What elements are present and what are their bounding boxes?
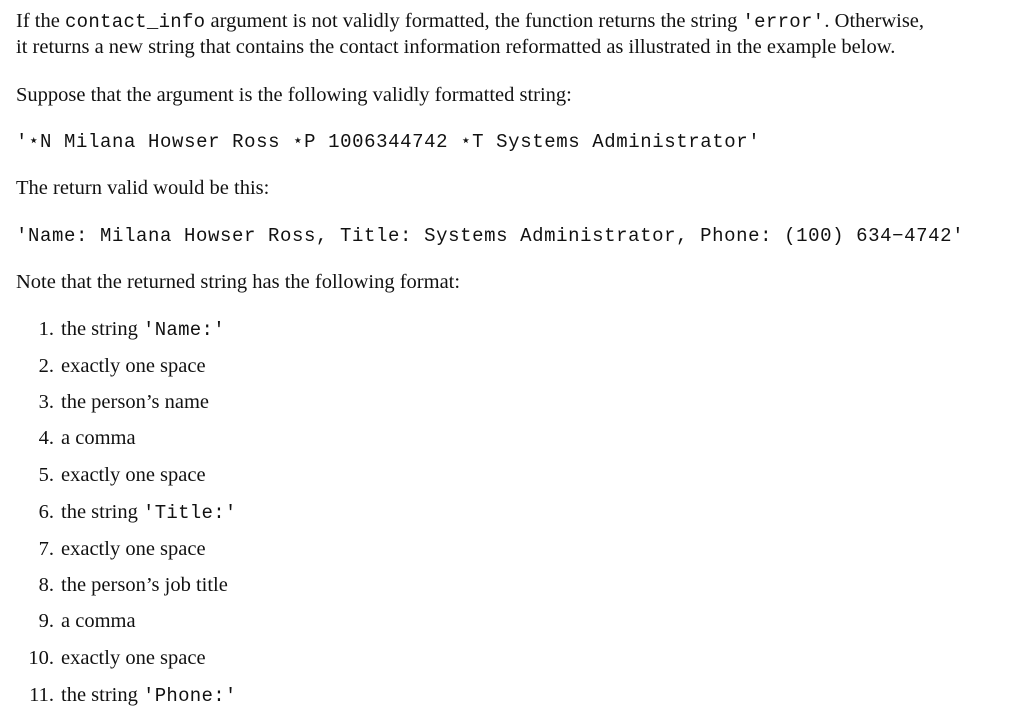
list-item: 10. exactly one space (0, 646, 206, 670)
list-number: 5. (38, 464, 54, 486)
list-number: 3. (38, 391, 54, 413)
list-number: 8. (38, 574, 54, 596)
list-number: 4. (38, 427, 54, 449)
list-text: the person’s name (61, 391, 210, 413)
list-number: 1. (38, 318, 54, 340)
list-number: 11. (29, 684, 54, 706)
list-item: 11. the string 'Phone:' (0, 683, 237, 708)
list-number: 6. (38, 501, 54, 523)
return-paragraph: The return valid would be this: (16, 177, 270, 199)
intro-text-pre: If the (16, 10, 65, 32)
list-number: 9. (38, 610, 54, 632)
list-text: a comma (61, 427, 136, 449)
inline-code-error: 'error' (742, 11, 825, 33)
list-item: 1. the string 'Name:' (0, 317, 225, 342)
list-number: 10. (28, 647, 54, 669)
list-text: the string (61, 318, 143, 340)
list-text: the string (61, 684, 143, 706)
suppose-paragraph: Suppose that the argument is the followi… (16, 84, 572, 106)
list-item: 4. a comma (0, 426, 136, 450)
intro-paragraph-line-1: If the contact_info argument is not vali… (16, 9, 924, 35)
list-code: 'Title:' (143, 502, 237, 524)
inline-code-contact-info: contact_info (64, 11, 206, 33)
list-text: exactly one space (61, 647, 206, 669)
list-text: the person’s job title (61, 574, 228, 596)
list-item: 3. the person’s name (0, 390, 209, 414)
intro-paragraph-line-2: it returns a new string that contains th… (16, 36, 896, 58)
list-number: 2. (38, 355, 54, 377)
note-paragraph: Note that the returned string has the fo… (16, 271, 461, 293)
list-item: 7. exactly one space (0, 537, 206, 561)
list-item: 9. a comma (0, 609, 136, 633)
list-text: the string (61, 501, 143, 523)
list-item: 6. the string 'Title:' (0, 500, 237, 525)
list-item: 2. exactly one space (0, 354, 206, 378)
list-code: 'Name:' (143, 319, 225, 341)
list-text: a comma (61, 610, 136, 632)
list-item: 8. the person’s job title (0, 573, 228, 597)
list-code: 'Phone:' (143, 685, 237, 707)
list-number: 7. (38, 538, 54, 560)
example-output-code: 'Name: Milana Howser Ross, Title: System… (16, 225, 965, 247)
example-input-code: '⋆N Milana Howser Ross ⋆P 1006344742 ⋆T … (16, 131, 761, 153)
intro-text-post: . Otherwise, (824, 10, 925, 32)
list-text: exactly one space (61, 464, 206, 486)
list-text: exactly one space (61, 538, 206, 560)
intro-text-mid: argument is not validly formatted, the f… (205, 10, 743, 32)
list-item: 5. exactly one space (0, 463, 206, 487)
list-text: exactly one space (61, 355, 206, 377)
